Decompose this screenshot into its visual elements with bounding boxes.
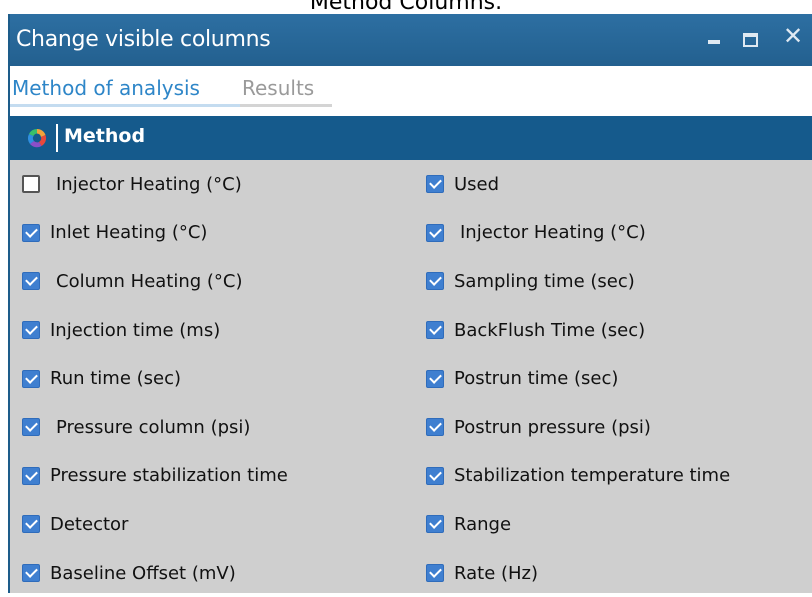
- list-item[interactable]: Postrun time (sec): [426, 354, 730, 403]
- right-column-list: Used Injector Heating (°C) Sampling time…: [426, 160, 730, 597]
- list-item[interactable]: Injection time (ms): [22, 306, 288, 355]
- list-item[interactable]: Detector: [22, 500, 288, 549]
- checkbox-label: Sampling time (sec): [454, 270, 635, 292]
- active-tab-underline: [10, 104, 240, 107]
- checkbox-label: Rate (Hz): [454, 562, 539, 584]
- maximize-button[interactable]: [734, 24, 764, 54]
- checkbox-label: Injector Heating (°C): [460, 222, 646, 244]
- list-item[interactable]: Baseline Offset (mV): [22, 549, 288, 597]
- checkbox[interactable]: [426, 515, 444, 534]
- checkbox-label: Pressure column (psi): [56, 416, 251, 438]
- checkbox[interactable]: [426, 418, 444, 437]
- checkbox[interactable]: [426, 466, 444, 485]
- header-divider: [56, 124, 58, 152]
- checkbox[interactable]: [426, 369, 444, 388]
- window-title: Change visible columns: [16, 27, 271, 52]
- checkbox[interactable]: [22, 369, 40, 388]
- checkbox[interactable]: [426, 175, 444, 194]
- checkbox-label: Postrun pressure (psi): [454, 416, 651, 438]
- checkbox-label: Injection time (ms): [50, 319, 221, 341]
- tab-strip: Method of analysis Results: [10, 66, 812, 116]
- checkbox[interactable]: [22, 564, 40, 583]
- checkbox-label: BackFlush Time (sec): [454, 319, 646, 341]
- list-item[interactable]: Column Heating (°C): [22, 257, 288, 306]
- list-item[interactable]: Stabilization temperature time: [426, 452, 730, 501]
- checkbox[interactable]: [22, 418, 40, 437]
- checkbox-label: Stabilization temperature time: [454, 465, 731, 487]
- checkbox-label: Pressure stabilization time: [50, 465, 288, 487]
- checkbox-label: Range: [454, 513, 512, 535]
- minimize-icon: [708, 40, 720, 44]
- checkbox-label: Used: [454, 173, 500, 195]
- title-bar[interactable]: Change visible columns ✕: [10, 14, 812, 66]
- checkbox-label: Injector Heating (°C): [56, 173, 242, 195]
- checkbox-label: Baseline Offset (mV): [50, 562, 236, 584]
- list-item[interactable]: Injector Heating (°C): [426, 209, 730, 258]
- tab-method-of-analysis[interactable]: Method of analysis: [12, 76, 200, 100]
- checkbox[interactable]: [22, 321, 40, 340]
- checkbox[interactable]: [22, 466, 40, 485]
- checkbox[interactable]: [22, 515, 40, 534]
- list-item[interactable]: BackFlush Time (sec): [426, 306, 730, 355]
- list-item[interactable]: Injector Heating (°C): [22, 160, 288, 209]
- maximize-icon: [743, 33, 758, 47]
- list-item[interactable]: Rate (Hz): [426, 549, 730, 597]
- checkbox[interactable]: [426, 223, 444, 242]
- list-item[interactable]: Sampling time (sec): [426, 257, 730, 306]
- list-item[interactable]: Inlet Heating (°C): [22, 209, 288, 258]
- close-icon: ✕: [782, 22, 804, 50]
- minimize-button[interactable]: [700, 24, 730, 54]
- list-item[interactable]: Run time (sec): [22, 354, 288, 403]
- change-visible-columns-dialog: Change visible columns ✕ Method of analy…: [8, 14, 812, 593]
- list-item[interactable]: Used: [426, 160, 730, 209]
- tab-results[interactable]: Results: [242, 76, 314, 100]
- checkbox-label: Inlet Heating (°C): [50, 222, 208, 244]
- left-column-list: Injector Heating (°C) Inlet Heating (°C)…: [22, 160, 288, 597]
- section-title: Method: [64, 125, 146, 147]
- method-section-header: Method: [10, 116, 812, 160]
- checkbox-label: Run time (sec): [50, 368, 182, 390]
- list-item[interactable]: Postrun pressure (psi): [426, 403, 730, 452]
- checkbox[interactable]: [426, 564, 444, 583]
- list-item[interactable]: Range: [426, 500, 730, 549]
- checkbox[interactable]: [22, 223, 40, 242]
- checkbox[interactable]: [426, 321, 444, 340]
- close-button[interactable]: ✕: [778, 22, 808, 54]
- list-item[interactable]: Pressure column (psi): [22, 403, 288, 452]
- checkbox[interactable]: [22, 175, 40, 194]
- caption-text: Method Columns.: [309, 0, 503, 15]
- multicolor-logo-icon: [27, 128, 47, 148]
- checkbox[interactable]: [22, 272, 40, 291]
- checkbox[interactable]: [426, 272, 444, 291]
- checkbox-label: Detector: [50, 513, 129, 535]
- list-item[interactable]: Pressure stabilization time: [22, 452, 288, 501]
- checkbox-label: Postrun time (sec): [454, 368, 619, 390]
- checkbox-label: Column Heating (°C): [56, 270, 243, 292]
